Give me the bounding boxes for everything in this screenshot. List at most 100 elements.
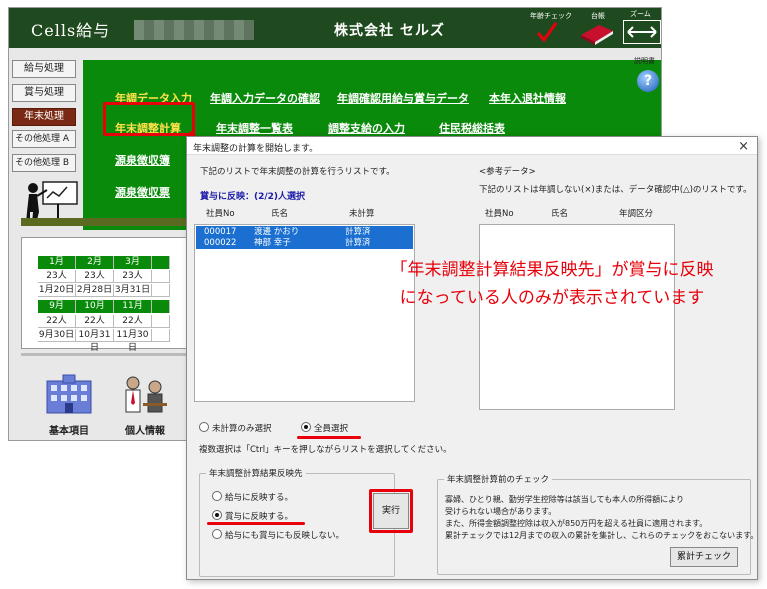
calendar-count: 22人 <box>76 315 114 328</box>
year-end-calc-dialog: 年末調整の計算を開始します。 × 下記のリストで年末調整の計算を行うリストです。… <box>186 136 758 580</box>
app-title: Cells給与 <box>31 21 111 40</box>
radio-reflect-bonus[interactable] <box>212 510 222 520</box>
blurred-user-name <box>134 20 254 40</box>
dialog-instruction: 下記のリストで年末調整の計算を行うリストです。 <box>200 167 395 177</box>
cumulative-check-button[interactable]: 累計チェック <box>670 547 738 567</box>
check-note-line: 累計チェックでは12月までの収入の累計を集計し、これらのチェックをおこないます。 <box>445 531 759 540</box>
selection-status: 賞与に反映：(2/2)人選択 <box>200 192 306 202</box>
menu-withholding-slip[interactable]: 源泉徴収票 <box>115 184 170 200</box>
calendar-month: 10月 <box>76 300 114 313</box>
building-icon <box>46 374 92 414</box>
calendar-dates-row: 9月30日 10月31日 11月30日 <box>38 329 170 353</box>
highlight-underline-bonus <box>207 522 305 525</box>
calendar-date: 3月31日 <box>114 284 152 297</box>
sidebar-item-other-a[interactable]: その他処理 A <box>12 130 76 148</box>
basic-items-tile[interactable]: 基本項目 <box>39 373 99 437</box>
menu-withholding-ledger[interactable]: 源泉徴収簿 <box>115 152 170 168</box>
calendar-months-row: 1月 2月 3月 <box>38 256 170 269</box>
ref-column-category: 年調区分 <box>619 209 654 219</box>
callout-line-1: 「年末調整計算結果反映先」が賞与に反映 <box>390 260 714 280</box>
row-status: 計算済 <box>345 238 371 248</box>
calendar-count-cutoff <box>152 315 170 328</box>
radio-reflect-none[interactable] <box>212 529 222 539</box>
radio-select-all[interactable] <box>301 422 311 432</box>
ledger-book-icon[interactable] <box>579 21 615 48</box>
check-note-line: また、所得金額調整控除は収入が850万円を超える社員に適用されます。 <box>445 519 708 528</box>
ledger-label: 台帳 <box>591 12 605 20</box>
zoom-label: ズーム <box>630 10 651 18</box>
radio-uncalculated-only[interactable] <box>199 422 209 432</box>
highlight-underline-all <box>297 436 361 439</box>
calendar-count-cutoff <box>152 270 170 283</box>
calendar-counts-row: 22人 22人 22人 <box>38 315 170 328</box>
radio-uncalculated-only-label: 未計算のみ選択 <box>212 424 272 434</box>
ref-column-employee-no: 社員No <box>485 209 514 219</box>
reference-list[interactable] <box>479 224 675 410</box>
close-icon[interactable]: × <box>738 139 749 154</box>
calendar-count: 23人 <box>114 270 152 283</box>
calendar-date: 10月31日 <box>76 329 114 353</box>
callout-line-2: になっている人のみが表示されています <box>399 288 705 308</box>
annotation-callout: 「年末調整計算結果反映先」が賞与に反映 になっている人のみが表示されています <box>347 256 757 312</box>
basic-items-label: 基本項目 <box>49 426 89 437</box>
calendar-month: 1月 <box>38 256 76 269</box>
personal-info-label: 個人情報 <box>125 426 165 437</box>
zoom-button[interactable] <box>623 20 661 44</box>
manual-label: 説明書 <box>634 57 655 65</box>
sidebar-item-other-b[interactable]: その他処理 B <box>12 154 76 172</box>
check-note-line: 受けられない場合があります。 <box>445 507 557 516</box>
company-name: 株式会社 セルズ <box>334 23 445 39</box>
payroll-calendar: 1月 2月 3月 23人 23人 23人 1月20日 2月28日 3月31日 9… <box>21 237 199 353</box>
menu-resident-tax-summary[interactable]: 住民税総括表 <box>439 120 505 136</box>
employee-list[interactable]: 000017 渡邊 かおり 計算済 000022 神部 幸子 計算済 <box>194 224 415 402</box>
reflect-target-group-title: 年末調整計算結果反映先 <box>206 467 306 479</box>
pre-calc-check-group-title: 年末調整計算前のチェック <box>444 473 553 485</box>
reflect-target-group: 年末調整計算結果反映先 <box>199 467 395 577</box>
menu-join-leave-info[interactable]: 本年入退社情報 <box>489 90 566 106</box>
radio-select-all-label: 全員選択 <box>314 424 349 434</box>
menu-input-data-check[interactable]: 年調入力データの確認 <box>210 90 320 106</box>
radio-reflect-bonus-label: 賞与に反映する。 <box>225 512 294 522</box>
calendar-month: 2月 <box>76 256 114 269</box>
calendar-month: 3月 <box>114 256 152 269</box>
row-employee-no: 000022 <box>204 238 237 248</box>
calendar-date: 1月20日 <box>38 284 76 297</box>
sidebar-item-bonus[interactable]: 賞与処理 <box>12 84 76 102</box>
radio-reflect-none-label: 給与にも賞与にも反映しない。 <box>225 531 345 541</box>
sidebar-item-year-end[interactable]: 年末処理 <box>12 108 76 126</box>
column-name: 氏名 <box>271 209 289 219</box>
age-check-label: 年齢チェック <box>530 12 572 20</box>
row-name: 神部 幸子 <box>254 238 291 248</box>
ref-column-name: 氏名 <box>551 209 569 219</box>
reference-data-heading: <参考データ> <box>479 167 536 177</box>
calendar-date: 9月30日 <box>38 329 76 342</box>
calendar-month-cutoff <box>152 300 170 313</box>
calendar-dates-row: 1月20日 2月28日 3月31日 <box>38 284 170 297</box>
radio-reflect-salary-label: 給与に反映する。 <box>225 493 294 503</box>
highlight-year-end-calc <box>103 102 195 136</box>
menu-adjust-payment-input[interactable]: 調整支給の入力 <box>328 120 405 136</box>
menu-salary-bonus-data[interactable]: 年調確認用給与賞与データ <box>337 90 469 106</box>
calendar-count: 22人 <box>38 315 76 328</box>
table-row[interactable]: 000022 神部 幸子 計算済 <box>196 237 413 249</box>
menu-year-end-list[interactable]: 年末調整一覧表 <box>216 120 293 136</box>
column-uncalculated: 未計算 <box>349 209 375 219</box>
calendar-month: 11月 <box>114 300 152 313</box>
calendar-month-cutoff <box>152 256 170 269</box>
calendar-count: 23人 <box>76 270 114 283</box>
dialog-title: 年末調整の計算を開始します。 <box>193 144 319 154</box>
calendar-count: 22人 <box>114 315 152 328</box>
age-check-icon[interactable] <box>536 21 558 46</box>
column-employee-no: 社員No <box>206 209 235 219</box>
app-header: Cells給与 株式会社 セルズ 年齢チェック 台帳 ズーム <box>9 8 661 48</box>
sidebar-item-salary[interactable]: 給与処理 <box>12 60 76 78</box>
radio-reflect-salary[interactable] <box>212 491 222 501</box>
people-icon <box>125 376 167 413</box>
check-note-line: 寡婦、ひとり親、勤労学生控除等は該当しても本人の所得額により <box>445 495 684 504</box>
dialog-titlebar: 年末調整の計算を開始します。 × <box>187 137 757 155</box>
help-icon[interactable]: ? <box>637 70 659 92</box>
calendar-date: 11月30日 <box>114 329 152 353</box>
personal-info-tile[interactable]: 個人情報 <box>115 373 175 437</box>
calendar-months-row: 9月 10月 11月 <box>38 300 170 313</box>
calendar-date: 2月28日 <box>76 284 114 297</box>
